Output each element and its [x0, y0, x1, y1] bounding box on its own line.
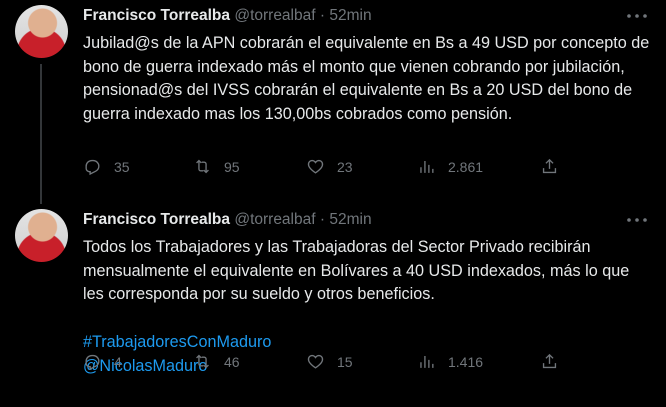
reply-button[interactable]: 4 [83, 352, 122, 371]
separator-dot: · [319, 211, 326, 228]
share-icon [542, 158, 557, 174]
tweet[interactable]: Francisco Torrealba @torrealbaf · 52min … [0, 0, 666, 204]
reply-icon [85, 159, 100, 176]
heart-icon [307, 159, 324, 174]
author-handle[interactable]: @torrealbaf [234, 211, 315, 228]
retweet-count: 46 [224, 353, 240, 370]
retweet-icon [196, 354, 209, 369]
author-name[interactable]: Francisco Torrealba [83, 7, 230, 24]
share-icon [542, 353, 557, 369]
views-button[interactable]: 2.861 [417, 157, 483, 176]
reply-icon [85, 354, 100, 371]
like-button[interactable]: 23 [306, 157, 353, 176]
tweet-actions: 35 95 23 2.861 [83, 157, 653, 181]
more-options-icon[interactable] [626, 11, 648, 21]
tweet[interactable]: Francisco Torrealba @torrealbaf · 52min … [0, 204, 666, 407]
avatar[interactable] [15, 209, 68, 262]
like-count: 15 [337, 353, 353, 370]
reply-count: 35 [114, 158, 130, 175]
views-icon [420, 160, 434, 173]
tweet-time[interactable]: 52min [329, 7, 371, 24]
reply-button[interactable]: 35 [83, 157, 130, 176]
like-count: 23 [337, 158, 353, 175]
tweet-time[interactable]: 52min [329, 211, 371, 228]
reply-count: 4 [114, 353, 122, 370]
tweet-text: Jubilad@s de la APN cobrarán el equivale… [83, 32, 653, 127]
separator-dot: · [319, 7, 326, 24]
tweet-actions: 4 46 15 1.416 [83, 352, 653, 376]
tweet-header: Francisco Torrealba @torrealbaf · 52min [83, 211, 372, 229]
tweet-text-paragraph: Todos los Trabajadores y las Trabajadora… [83, 238, 630, 304]
retweet-count: 95 [224, 158, 240, 175]
view-count: 2.861 [448, 158, 484, 175]
hashtag-link[interactable]: #TrabajadoresConMaduro [83, 331, 653, 355]
retweet-button[interactable]: 46 [193, 352, 240, 371]
share-button[interactable] [540, 352, 559, 371]
share-button[interactable] [540, 157, 559, 176]
views-icon [420, 355, 434, 368]
tweet-text-paragraph: Jubilad@s de la APN cobrarán el equivale… [83, 34, 650, 124]
retweet-icon [196, 159, 209, 174]
thread-connector-line [40, 64, 42, 204]
author-name[interactable]: Francisco Torrealba [83, 211, 230, 228]
like-button[interactable]: 15 [306, 352, 353, 371]
more-options-icon[interactable] [626, 215, 648, 225]
view-count: 1.416 [448, 353, 484, 370]
author-handle[interactable]: @torrealbaf [234, 7, 315, 24]
heart-icon [307, 354, 324, 369]
views-button[interactable]: 1.416 [417, 352, 483, 371]
tweet-header: Francisco Torrealba @torrealbaf · 52min [83, 7, 372, 25]
retweet-button[interactable]: 95 [193, 157, 240, 176]
avatar[interactable] [15, 5, 68, 58]
